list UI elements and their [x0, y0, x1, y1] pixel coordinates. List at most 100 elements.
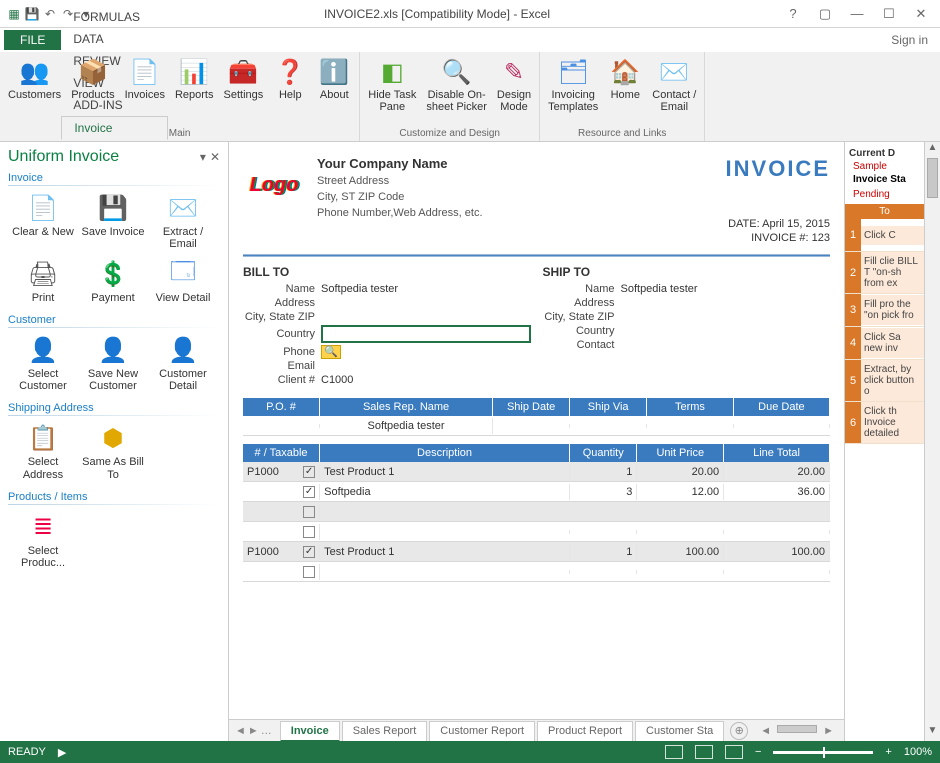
design-mode-button[interactable]: ✎DesignMode — [493, 54, 535, 128]
order-due[interactable] — [734, 424, 830, 428]
hscroll-left-icon[interactable]: ◄ — [760, 725, 771, 737]
view-detail-button[interactable]: 🗔View Detail — [148, 254, 218, 308]
invoices-button[interactable]: 📄Invoices — [121, 54, 169, 128]
product-total[interactable] — [724, 570, 830, 574]
product-row[interactable] — [243, 562, 830, 582]
invoicing-templates-button[interactable]: 🗂InvoicingTemplates — [544, 54, 602, 128]
order-data-row[interactable]: Softpedia tester — [243, 416, 830, 436]
product-total[interactable]: 20.00 — [724, 464, 830, 480]
customer-detail-button[interactable]: 👤CustomerDetail — [148, 330, 218, 396]
product-row[interactable] — [243, 522, 830, 542]
ribbon-tab-formulas[interactable]: FORMULAS — [61, 6, 168, 28]
page-layout-view-button[interactable] — [695, 745, 713, 759]
task-pane-close-icon[interactable]: ✕ — [210, 150, 220, 164]
file-tab[interactable]: FILE — [4, 30, 61, 50]
product-desc[interactable]: Softpedia — [320, 484, 570, 500]
ribbon-options-button[interactable]: ▢ — [812, 6, 838, 22]
product-row[interactable]: ✓ Softpedia312.0036.00 — [243, 482, 830, 502]
clear-new-button[interactable]: 📄Clear & New — [8, 188, 78, 254]
scroll-up-icon[interactable]: ▲ — [925, 142, 940, 158]
sheet-tab-customer-sta[interactable]: Customer Sta — [635, 721, 724, 741]
scroll-thumb[interactable] — [927, 158, 938, 198]
order-rep[interactable]: Softpedia tester — [320, 418, 493, 434]
save-invoice-button[interactable]: 💾Save Invoice — [78, 188, 148, 254]
taxable-checkbox[interactable] — [303, 566, 315, 578]
payment-button[interactable]: 💲Payment — [78, 254, 148, 308]
product-total[interactable] — [724, 530, 830, 534]
product-qty[interactable]: 1 — [570, 464, 638, 480]
product-price[interactable]: 12.00 — [637, 484, 724, 500]
product-qty[interactable]: 3 — [570, 484, 638, 500]
scroll-down-icon[interactable]: ▼ — [925, 725, 940, 741]
new-sheet-button[interactable]: ⊕ — [730, 722, 748, 740]
order-shipdate[interactable] — [493, 424, 570, 428]
product-qty[interactable]: 1 — [570, 544, 638, 560]
task-pane-dropdown-icon[interactable]: ▾ — [200, 150, 206, 164]
product-row[interactable]: P1000✓Test Product 1120.0020.00 — [243, 462, 830, 482]
customers-button[interactable]: 👥Customers — [4, 54, 65, 128]
order-terms[interactable] — [647, 424, 734, 428]
sheet-tab-invoice[interactable]: Invoice — [280, 721, 340, 741]
sheet-nav-next-icon[interactable]: ► — [248, 725, 259, 737]
sheet-nav-ellipsis-icon[interactable]: … — [261, 725, 272, 737]
product-total[interactable]: 100.00 — [724, 544, 830, 560]
ship-name-value[interactable]: Softpedia tester — [621, 283, 831, 295]
normal-view-button[interactable] — [665, 745, 683, 759]
undo-icon[interactable]: ↶ — [42, 6, 58, 22]
product-total[interactable]: 36.00 — [724, 484, 830, 500]
taxable-checkbox[interactable] — [303, 506, 315, 518]
product-row[interactable] — [243, 502, 830, 522]
about-button[interactable]: ℹ️About — [313, 54, 355, 128]
product-price[interactable]: 100.00 — [637, 544, 724, 560]
same-as-bill-to-button[interactable]: ⬢Same As BillTo — [78, 418, 148, 484]
product-desc[interactable]: Test Product 1 — [320, 544, 570, 560]
product-price[interactable] — [637, 510, 724, 514]
select-address-button[interactable]: 📋SelectAddress — [8, 418, 78, 484]
zoom-slider[interactable] — [773, 751, 873, 754]
product-total[interactable] — [724, 510, 830, 514]
sheet-nav-prev-icon[interactable]: ◄ — [235, 725, 246, 737]
product-price[interactable]: 20.00 — [637, 464, 724, 480]
minimize-button[interactable]: — — [844, 6, 870, 22]
order-po[interactable] — [243, 424, 320, 428]
extract-email-button[interactable]: ✉️Extract /Email — [148, 188, 218, 254]
product-price[interactable] — [637, 570, 724, 574]
product-desc[interactable] — [320, 570, 570, 574]
zoom-out-button[interactable]: − — [755, 746, 761, 758]
product-qty[interactable] — [570, 510, 638, 514]
worksheet[interactable]: Logo Your Company Name Street Address Ci… — [229, 142, 844, 741]
ribbon-tab-data[interactable]: DATA — [61, 28, 168, 50]
select-product-button[interactable]: ≣SelectProduc... — [8, 507, 78, 573]
product-qty[interactable] — [570, 530, 638, 534]
product-price[interactable] — [637, 530, 724, 534]
hscroll-thumb[interactable] — [777, 725, 817, 733]
zoom-in-button[interactable]: + — [885, 746, 891, 758]
products-button[interactable]: 📦Products — [67, 54, 118, 128]
sign-in-link[interactable]: Sign in — [891, 33, 940, 47]
select-customer-button[interactable]: 👤SelectCustomer — [8, 330, 78, 396]
sheet-tab-product-report[interactable]: Product Report — [537, 721, 633, 741]
reports-button[interactable]: 📊Reports — [171, 54, 218, 128]
product-qty[interactable] — [570, 570, 638, 574]
save-icon[interactable]: 💾 — [24, 6, 40, 22]
sheet-tab-sales-report[interactable]: Sales Report — [342, 721, 428, 741]
bill-client-value[interactable]: C1000 — [321, 374, 531, 386]
home-link-button[interactable]: 🏠Home — [604, 54, 646, 128]
help-button[interactable]: ❓Help — [269, 54, 311, 128]
bill-name-value[interactable]: Softpedia tester — [321, 283, 531, 295]
sheet-tab-customer-report[interactable]: Customer Report — [429, 721, 535, 741]
zoom-value[interactable]: 100% — [904, 746, 932, 758]
help-button[interactable]: ? — [780, 6, 806, 22]
product-desc[interactable] — [320, 530, 570, 534]
close-button[interactable]: ✕ — [908, 6, 934, 22]
order-shipvia[interactable] — [570, 424, 647, 428]
taxable-checkbox[interactable]: ✓ — [303, 486, 315, 498]
taxable-checkbox[interactable] — [303, 526, 315, 538]
disable-picker-button[interactable]: 🔍Disable On-sheet Picker — [422, 54, 491, 128]
product-row[interactable]: P1000✓Test Product 11100.00100.00 — [243, 542, 830, 562]
macro-record-icon[interactable]: ▶ — [58, 746, 66, 759]
phone-picker-icon[interactable]: 🔍 — [321, 345, 341, 359]
maximize-button[interactable]: ☐ — [876, 6, 902, 22]
product-desc[interactable] — [320, 510, 570, 514]
hide-task-pane-button[interactable]: ◧Hide TaskPane — [364, 54, 420, 128]
